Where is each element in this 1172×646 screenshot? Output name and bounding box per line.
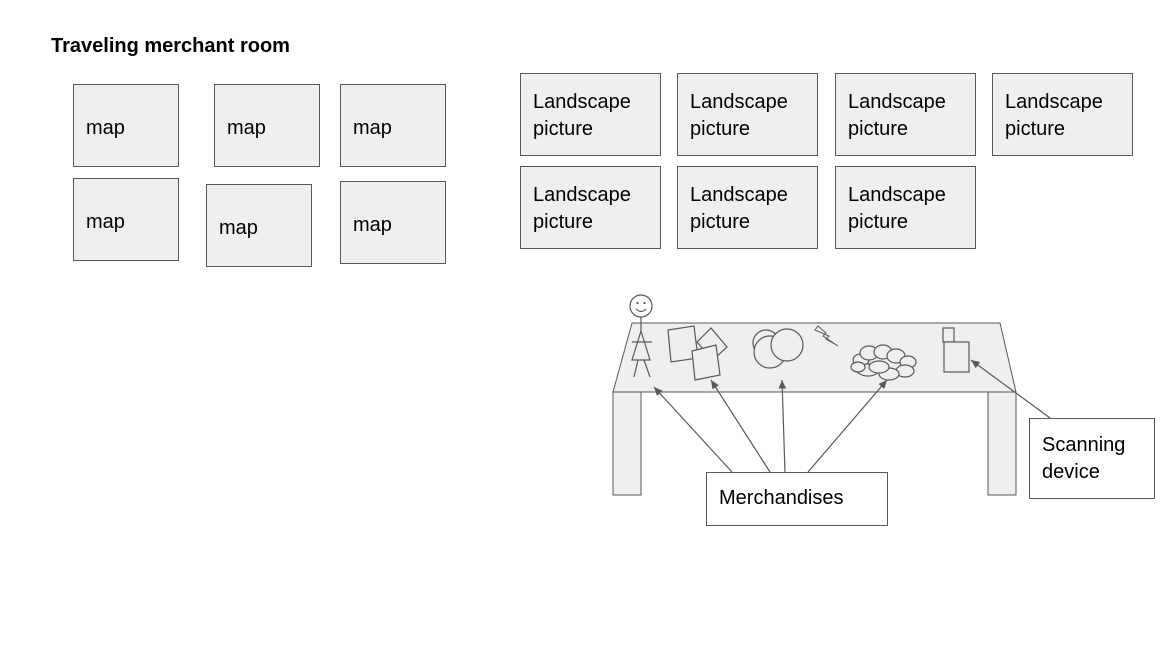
table-leg-left xyxy=(612,391,642,496)
table-leg-right xyxy=(987,391,1017,496)
merchandise-arrows xyxy=(653,379,888,473)
merchandises-label: Merchandises xyxy=(706,472,888,526)
merchant-table-diagram xyxy=(612,294,1051,496)
scanning-device-label: Scanning device xyxy=(1029,418,1155,499)
